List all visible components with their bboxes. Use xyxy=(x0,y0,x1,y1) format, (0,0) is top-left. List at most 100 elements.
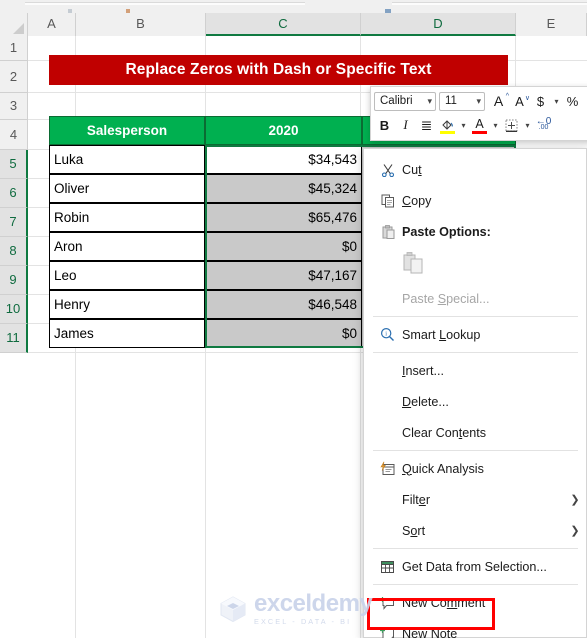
row-header-8[interactable]: 8 xyxy=(0,237,28,266)
row-header-4[interactable]: 4 xyxy=(0,120,28,150)
center-align-icon[interactable]: ≣ xyxy=(416,115,437,136)
menu-item-cut[interactable]: Cut xyxy=(364,154,586,185)
table-cell-amount[interactable]: $34,543 xyxy=(205,145,362,174)
menu-item-smart-lookup[interactable]: i Smart Lookup xyxy=(364,319,586,350)
cell-salesperson-11: James xyxy=(54,326,94,341)
paste-thumbnail-icon[interactable] xyxy=(402,251,424,280)
accounting-format-icon[interactable]: $ xyxy=(530,91,551,112)
table-cell-amount[interactable]: $47,167 xyxy=(205,261,362,290)
row-header-6[interactable]: 6 xyxy=(0,179,28,208)
chevron-right-icon: ❯ xyxy=(570,525,580,537)
table-cell-amount[interactable]: $0 xyxy=(205,319,362,348)
row-header-9[interactable]: 9 xyxy=(0,266,28,295)
menu-item-copy[interactable]: Copy xyxy=(364,185,586,216)
select-all-corner[interactable] xyxy=(0,13,28,36)
menu-item-get-data-from-selection[interactable]: Get Data from Selection... xyxy=(364,551,586,582)
row-header-3[interactable]: 3 xyxy=(0,93,28,120)
cell-amount-5: $34,543 xyxy=(308,152,357,167)
row-header-5[interactable]: 5 xyxy=(0,150,28,179)
formula-bar-sliver xyxy=(0,0,587,13)
mini-formatting-toolbar[interactable]: Calibri ▾ 11 ▾ A ^ A ∨ $ ▾ % B I ≣ ▾ A ▾… xyxy=(370,86,587,141)
row-header-11[interactable]: 11 xyxy=(0,324,28,353)
exceldemy-watermark: exceldemy EXCEL - DATA - BI xyxy=(218,590,373,626)
cell-salesperson-7: Robin xyxy=(54,210,90,225)
cell-context-menu[interactable]: Cut Copy Paste Options: Paste Special...… xyxy=(363,148,587,638)
cell-salesperson-10: Henry xyxy=(54,297,91,312)
fill-color-icon[interactable] xyxy=(437,115,458,136)
menu-item-quick-analysis[interactable]: Quick Analysis xyxy=(364,453,586,484)
cell-amount-8: $0 xyxy=(341,239,357,254)
chevron-down-icon[interactable]: ▾ xyxy=(551,91,562,112)
decrease-font-size-icon[interactable]: A ∨ xyxy=(509,91,530,112)
menu-item-clear-contents[interactable]: Clear Contents xyxy=(364,417,586,448)
increase-font-size-icon[interactable]: A ^ xyxy=(488,91,509,112)
quick-analysis-icon xyxy=(373,461,402,476)
paste-options-gallery[interactable] xyxy=(364,247,586,283)
chevron-down-icon[interactable]: ▾ xyxy=(458,115,469,136)
cell-amount-11: $0 xyxy=(341,326,357,341)
decrease-decimal-icon[interactable]: ←0 .00 xyxy=(533,115,554,136)
row-header-10[interactable]: 10 xyxy=(0,295,28,324)
menu-separator xyxy=(373,450,578,451)
row-header-7[interactable]: 7 xyxy=(0,208,28,237)
smart-lookup-icon: i xyxy=(373,327,402,342)
column-header-d[interactable]: D xyxy=(361,13,516,36)
font-size-value: 11 xyxy=(445,95,457,107)
column-header-bar: A B C D E xyxy=(0,13,587,36)
fill-color-swatch xyxy=(440,130,455,134)
menu-separator xyxy=(373,548,578,549)
font-name-combo[interactable]: Calibri ▾ xyxy=(374,91,436,111)
table-row[interactable]: Henry xyxy=(49,290,205,319)
table-cell-amount[interactable]: $45,324 xyxy=(205,174,362,203)
menu-item-insert[interactable]: Insert... xyxy=(364,355,586,386)
borders-icon[interactable] xyxy=(501,115,522,136)
format-cells-highlight-box xyxy=(367,598,495,630)
table-row[interactable]: Luka xyxy=(49,145,205,174)
title-banner: Replace Zeros with Dash or Specific Text xyxy=(49,55,508,85)
row-header-2[interactable]: 2 xyxy=(0,61,28,93)
menu-item-insert-label: Insert... xyxy=(402,363,444,378)
copy-icon xyxy=(373,194,402,208)
menu-item-clear-contents-label: Clear Contents xyxy=(402,425,487,440)
table-cell-amount[interactable]: $65,476 xyxy=(205,203,362,232)
paint-bucket-icon xyxy=(442,120,453,130)
table-row[interactable]: Aron xyxy=(49,232,205,261)
table-cell-amount[interactable]: $46,548 xyxy=(205,290,362,319)
border-grid-icon xyxy=(505,119,518,132)
chevron-down-icon[interactable]: ▾ xyxy=(490,115,501,136)
column-header-c[interactable]: C xyxy=(206,13,361,36)
cell-amount-10: $46,548 xyxy=(308,297,357,312)
row-header-1[interactable]: 1 xyxy=(0,36,28,61)
chevron-right-icon: ❯ xyxy=(570,494,580,506)
table-row[interactable]: Oliver xyxy=(49,174,205,203)
table-row[interactable]: Leo xyxy=(49,261,205,290)
menu-item-delete[interactable]: Delete... xyxy=(364,386,586,417)
column-header-e[interactable]: E xyxy=(516,13,587,36)
font-size-combo[interactable]: 11 ▾ xyxy=(439,91,485,111)
font-color-icon[interactable]: A xyxy=(469,115,490,136)
cell-amount-6: $45,324 xyxy=(308,181,357,196)
menu-item-sort[interactable]: Sort ❯ xyxy=(364,515,586,546)
chevron-down-icon: ▾ xyxy=(476,95,481,106)
row-header-bar: 1 2 3 4 5 6 7 8 9 10 11 xyxy=(0,36,28,353)
menu-separator xyxy=(373,352,578,353)
table-row[interactable]: Robin xyxy=(49,203,205,232)
menu-item-sort-label: Sort xyxy=(402,523,426,538)
italic-button[interactable]: I xyxy=(395,115,416,136)
select-all-triangle-icon xyxy=(13,23,24,34)
menu-item-get-data-label: Get Data from Selection... xyxy=(402,559,547,574)
chevron-down-icon[interactable]: ▾ xyxy=(522,115,533,136)
table-row[interactable]: James xyxy=(49,319,205,348)
bold-button[interactable]: B xyxy=(374,115,395,136)
table-header-2020-label: 2020 xyxy=(268,123,299,138)
menu-item-filter[interactable]: Filter ❯ xyxy=(364,484,586,515)
name-box-sliver xyxy=(25,2,305,5)
column-header-a[interactable]: A xyxy=(28,13,76,36)
menu-item-filter-label: Filter xyxy=(402,492,431,507)
percent-style-icon[interactable]: % xyxy=(562,91,583,112)
exceldemy-name: exceldemy xyxy=(254,590,373,617)
column-header-b[interactable]: B xyxy=(76,13,206,36)
menu-item-paste-special-label: Paste Special... xyxy=(402,291,490,306)
table-header-2020: 2020 xyxy=(205,116,362,145)
table-cell-amount[interactable]: $0 xyxy=(205,232,362,261)
